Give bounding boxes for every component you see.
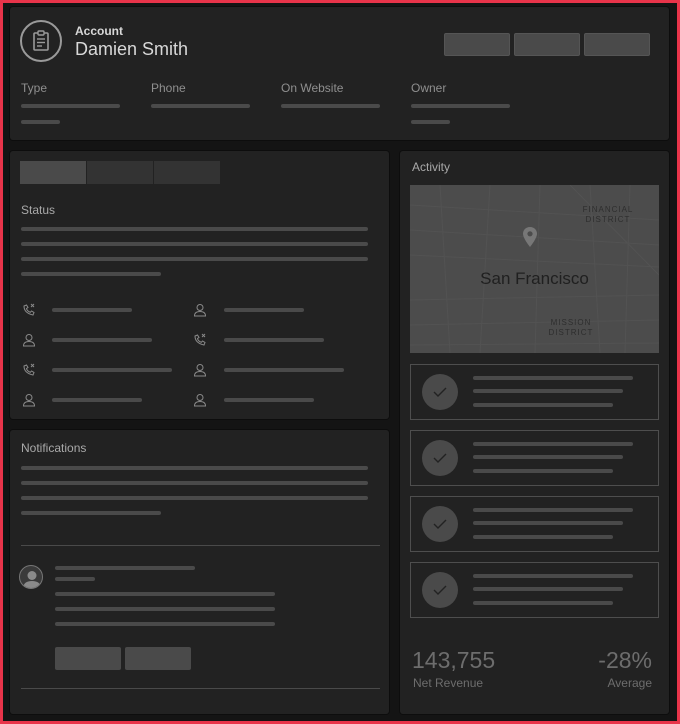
field-value-type-2 [21, 120, 60, 124]
map-label-financial-district: FINANCIAL DISTRICT [582, 205, 634, 224]
status-card: Status [10, 151, 389, 419]
net-revenue-label: Net Revenue [413, 676, 484, 690]
activity-item-line [473, 442, 633, 446]
activity-item-line [473, 376, 633, 380]
check-icon [422, 572, 458, 608]
check-icon [422, 506, 458, 542]
activity-item-line [473, 601, 613, 605]
activity-item-line [473, 403, 613, 407]
status-item-left-2 [52, 338, 152, 342]
field-label-phone: Phone [151, 81, 186, 95]
user-icon [22, 394, 36, 407]
notification-line-4 [21, 511, 161, 515]
field-label-on-website: On Website [281, 81, 344, 95]
account-name: Damien Smith [75, 39, 189, 59]
field-label-owner: Owner [411, 81, 447, 95]
status-line-3 [21, 257, 368, 261]
status-line-2 [21, 242, 368, 246]
average-label: Average [607, 676, 652, 690]
user-icon [193, 364, 207, 377]
activity-item-line [473, 455, 623, 459]
notification-item-line-4 [55, 607, 275, 611]
notification-item-line-1 [55, 566, 195, 570]
activity-item-line [473, 521, 623, 525]
status-item-right-1 [224, 308, 304, 312]
header-action-button-2[interactable] [514, 33, 580, 56]
status-item-left-3 [52, 368, 172, 372]
field-label-type: Type [21, 81, 48, 95]
phone-missed-icon [194, 333, 206, 346]
notification-line-1 [21, 466, 368, 470]
notification-divider-top [21, 545, 380, 546]
header-action-button-3[interactable] [584, 33, 650, 56]
status-item-left-1 [52, 308, 132, 312]
notification-item-line-3 [55, 592, 275, 596]
field-value-owner [411, 104, 510, 108]
average-value: -28% [598, 647, 652, 673]
notification-item-line-5 [55, 622, 275, 626]
activity-item-line [473, 389, 623, 393]
status-item-right-3 [224, 368, 344, 372]
activity-item-line [473, 508, 633, 512]
tab-2[interactable] [87, 161, 153, 184]
activity-item-1[interactable] [410, 364, 659, 420]
notifications-title: Notifications [21, 441, 87, 455]
field-value-type [21, 104, 120, 108]
status-item-right-4 [224, 398, 314, 402]
field-value-phone [151, 104, 250, 108]
status-item-right-2 [224, 338, 324, 342]
notification-action-button-1[interactable] [55, 647, 121, 670]
map-label-mission-district: MISSION DISTRICT [548, 318, 594, 337]
user-icon [22, 334, 36, 347]
notification-item-line-2 [55, 577, 95, 581]
activity-item-line [473, 587, 623, 591]
user-icon [193, 394, 207, 407]
status-title: Status [21, 203, 56, 217]
map[interactable]: FINANCIAL DISTRICT San Francisco MISSION… [410, 185, 659, 353]
status-item-left-4 [52, 398, 142, 402]
notification-line-3 [21, 496, 368, 500]
notification-action-button-2[interactable] [125, 647, 191, 670]
account-title: Account [75, 24, 123, 38]
check-icon [422, 440, 458, 476]
status-line-4 [21, 272, 161, 276]
field-value-owner-2 [411, 120, 450, 124]
account-header-card: Account Damien Smith Type Phone On Websi… [10, 7, 669, 140]
clipboard-icon [20, 20, 62, 62]
notification-line-2 [21, 481, 368, 485]
activity-item-line [473, 574, 633, 578]
user-avatar-icon [19, 565, 43, 589]
phone-missed-icon [23, 303, 35, 316]
tab-1[interactable] [20, 161, 86, 184]
activity-item-line [473, 469, 613, 473]
status-line-1 [21, 227, 368, 231]
net-revenue-value: 143,755 [412, 647, 496, 673]
activity-item-line [473, 535, 613, 539]
activity-item-4[interactable] [410, 562, 659, 618]
map-city-label: San Francisco [480, 269, 589, 288]
phone-missed-icon [23, 363, 35, 376]
field-value-on-website [281, 104, 380, 108]
activity-item-3[interactable] [410, 496, 659, 552]
user-icon [193, 304, 207, 317]
activity-title: Activity [412, 160, 451, 174]
notification-divider-bottom [21, 688, 380, 689]
map-pin-icon [523, 227, 537, 247]
check-icon [422, 374, 458, 410]
header-action-button-1[interactable] [444, 33, 510, 56]
tab-3[interactable] [154, 161, 220, 184]
notifications-card: Notifications [10, 430, 389, 714]
activity-item-2[interactable] [410, 430, 659, 486]
